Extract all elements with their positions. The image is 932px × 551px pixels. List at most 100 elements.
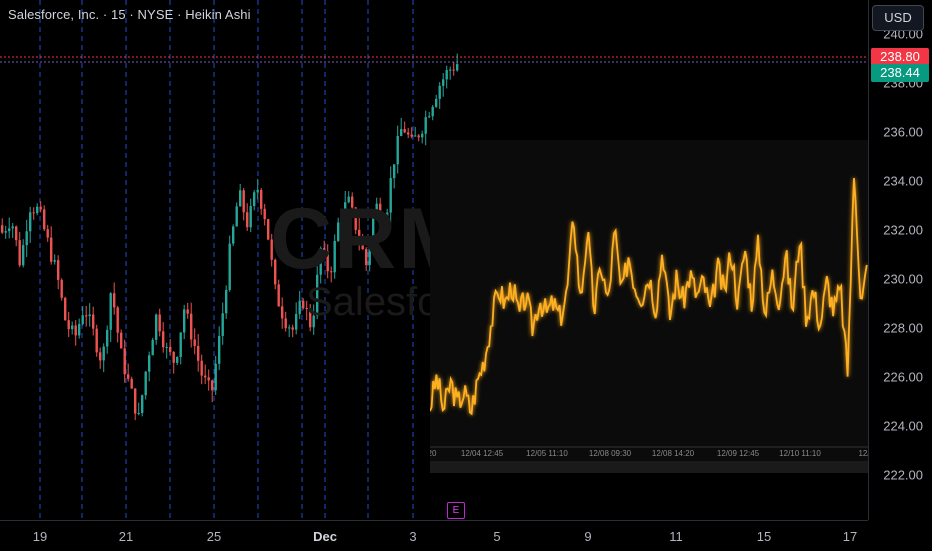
candle-body	[18, 240, 21, 266]
candle-body	[400, 129, 403, 136]
candle-body	[32, 212, 35, 214]
candle-body	[120, 332, 123, 349]
price-axis-label: 222.00	[883, 467, 923, 483]
candle-body	[99, 352, 102, 361]
time-axis-label: 15	[756, 529, 772, 544]
candle-body	[298, 300, 301, 315]
candle-body	[288, 327, 291, 329]
candle-body	[1, 225, 4, 233]
candle-body	[29, 212, 32, 232]
time-axis-label: 25	[206, 529, 222, 544]
price-axis-label: 234.00	[883, 173, 923, 189]
candle-body	[211, 380, 214, 391]
candle-body	[221, 313, 224, 336]
bid-price-badge: 238.44	[871, 64, 929, 82]
time-axis-label: 5	[493, 529, 501, 544]
overlay-line-svg	[430, 178, 868, 448]
candle-body	[417, 135, 420, 138]
candle-body	[218, 335, 221, 364]
time-axis-label: Dec	[313, 529, 337, 544]
time-axis-label: 19	[32, 529, 48, 544]
candle-body	[165, 346, 168, 348]
candle-body	[176, 357, 179, 363]
candle-body	[155, 314, 158, 340]
candle-body	[396, 135, 399, 165]
candle-body	[158, 314, 161, 332]
candle-body	[43, 209, 46, 230]
currency-button[interactable]: USD	[872, 5, 924, 31]
candle-body	[123, 348, 126, 375]
candle-body	[57, 260, 60, 280]
candle-body	[438, 85, 441, 99]
candle-body	[410, 134, 413, 137]
candle-body	[179, 332, 182, 358]
candle-body	[295, 314, 298, 330]
candle-body	[284, 318, 287, 329]
price-axis-label: 228.00	[883, 320, 923, 336]
candle-body	[4, 231, 7, 233]
candle-body	[109, 293, 112, 330]
candle-body	[183, 309, 186, 333]
candle-body	[22, 245, 25, 266]
candle-body	[200, 360, 203, 376]
overlay-x-label: 12/08 09:30	[588, 449, 632, 458]
chart-pane[interactable]: CRM Salesforce Salesforce, Inc. · 15 · N…	[0, 0, 868, 520]
candle-body	[85, 315, 88, 317]
candle-body	[15, 226, 18, 241]
price-axis[interactable]: 240.00 238.00 236.00 234.00 232.00 230.00 228.…	[868, 0, 932, 520]
candle-body	[53, 260, 56, 262]
candle-body	[414, 135, 417, 137]
overlay-x-label: 12/08 14:20	[651, 449, 695, 458]
overlay-x-label: 12/05 11:10	[526, 449, 568, 458]
price-axis-label: 232.00	[883, 222, 923, 238]
candle-body	[407, 132, 410, 135]
candle-body	[137, 412, 140, 414]
candle-body	[25, 231, 28, 246]
candle-body	[431, 106, 434, 117]
candle-body	[197, 345, 200, 361]
candle-body	[74, 325, 77, 336]
price-axis-label: 236.00	[883, 124, 923, 140]
candle-body	[207, 377, 210, 381]
candle-body	[204, 375, 207, 378]
earnings-marker[interactable]: E	[447, 502, 465, 519]
candle-body	[169, 346, 172, 352]
candle-body	[106, 329, 109, 347]
candle-body	[193, 339, 196, 346]
candle-body	[302, 300, 305, 308]
time-axis[interactable]: 19 21 25 Dec 3 5 9 11 15 17	[0, 520, 868, 551]
candle-body	[435, 98, 438, 107]
candle-body	[46, 229, 49, 238]
candle-body	[148, 355, 151, 372]
candle-body	[428, 116, 431, 118]
candle-body	[60, 279, 63, 298]
candle-body	[134, 388, 137, 414]
candle-body	[67, 320, 70, 330]
time-axis-label: 3	[409, 529, 417, 544]
candle-body	[116, 307, 119, 333]
price-axis-label: 224.00	[883, 418, 923, 434]
candle-body	[162, 331, 165, 348]
candle-body	[81, 315, 84, 324]
price-axis-label: 230.00	[883, 271, 923, 287]
candle-body	[88, 314, 91, 317]
symbol-title[interactable]: Salesforce, Inc. · 15 · NYSE · Heikin As…	[8, 7, 251, 22]
candle-body	[242, 190, 245, 213]
candle-body	[50, 237, 53, 262]
overlay-line-chart: 20 12/04 12:45 12/05 11:10 12/08 09:30 12/08…	[430, 140, 868, 473]
candle-body	[445, 70, 448, 80]
overlay-x-label: 12/	[858, 449, 868, 458]
overlay-scrollbar[interactable]	[430, 461, 868, 473]
candle-body	[260, 189, 263, 209]
candle-body	[228, 243, 231, 290]
candle-body	[246, 212, 249, 228]
overlay-x-label: 12/10 11:10	[779, 449, 821, 458]
candle-body	[39, 206, 42, 210]
candle-body	[190, 313, 193, 340]
candle-body	[263, 208, 266, 220]
candle-body	[232, 226, 235, 244]
candle-body	[403, 129, 406, 133]
time-axis-label: 11	[669, 529, 683, 544]
candle-body	[141, 395, 144, 413]
candle-body	[71, 325, 74, 330]
